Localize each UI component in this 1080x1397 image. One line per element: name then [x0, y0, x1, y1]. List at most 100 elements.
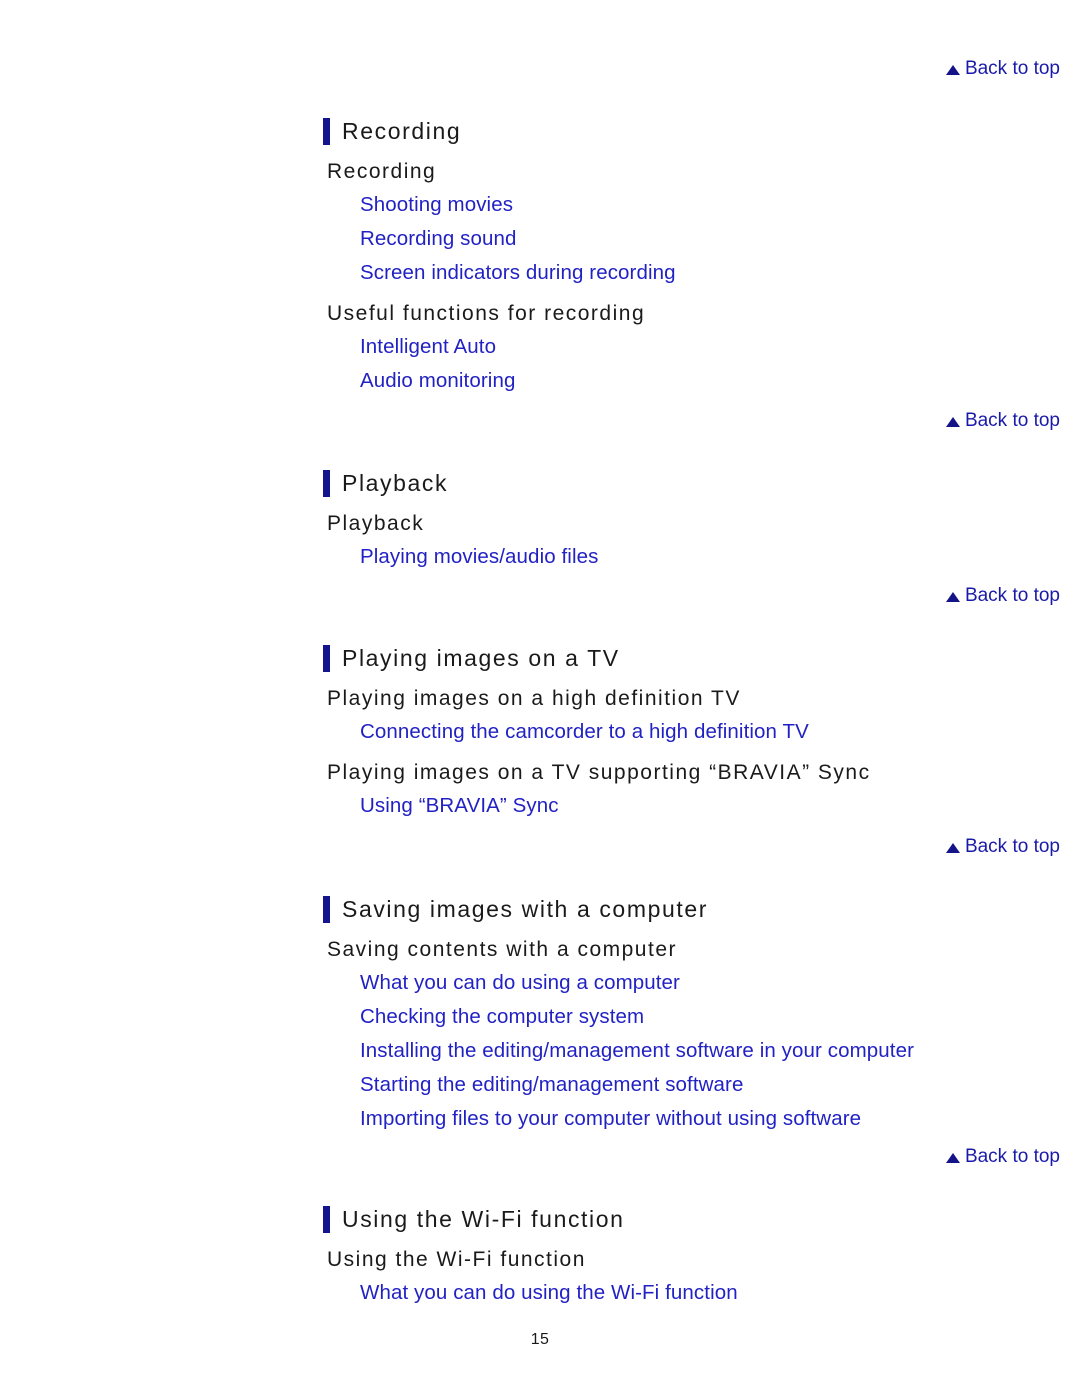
toc-link[interactable]: Intelligent Auto — [323, 335, 496, 359]
back-to-top-label: Back to top — [964, 1146, 1060, 1167]
toc-link[interactable]: Starting the editing/management software — [323, 1073, 743, 1097]
back-to-top-label: Back to top — [964, 58, 1060, 79]
toc-link-item: Intelligent Auto — [323, 335, 1063, 359]
section-marker-bar-icon — [323, 896, 330, 923]
toc-link[interactable]: Audio monitoring — [323, 369, 515, 393]
document-page: Back to top Back to top Back to top Back to… — [0, 0, 1080, 1397]
toc-link-list: Using “BRAVIA” Sync — [323, 794, 1063, 818]
toc-section: Recording Recording Shooting movies Recordi… — [323, 118, 1063, 393]
toc-link-item: Starting the editing/management software — [323, 1073, 1063, 1097]
spacer — [323, 1097, 1063, 1107]
toc-link[interactable]: Installing the editing/management softwa… — [323, 1039, 914, 1063]
toc-link-item: Connecting the camcorder to a high defin… — [323, 720, 1063, 744]
section-marker-bar-icon — [323, 470, 330, 497]
triangle-up-icon — [945, 843, 960, 853]
toc-link-item: Recording sound — [323, 227, 1063, 251]
toc-link-list: Connecting the camcorder to a high defin… — [323, 720, 1063, 744]
toc-link-item: Screen indicators during recording — [323, 261, 1063, 285]
section-title: Playing images on a TV — [342, 645, 620, 671]
toc-link[interactable]: Shooting movies — [323, 193, 513, 217]
section-marker-bar-icon — [323, 1206, 330, 1233]
toc-link-item: Playing movies/audio files — [323, 545, 1063, 569]
section-title: Using the Wi-Fi function — [342, 1206, 625, 1232]
subsection-title: Recording — [327, 160, 437, 183]
toc-link[interactable]: What you can do using a computer — [323, 971, 680, 995]
toc-link[interactable]: Importing files to your computer without… — [323, 1107, 861, 1131]
section-marker-bar-icon — [323, 118, 330, 145]
toc-section: Saving images with a computer Saving cont… — [323, 896, 1063, 1131]
spacer — [323, 251, 1063, 261]
spacer — [323, 359, 1063, 369]
toc-link-list: Playing movies/audio files — [323, 545, 1063, 569]
toc-link-list: What you can do using a computer Checking… — [323, 971, 1063, 1131]
triangle-up-icon — [945, 65, 960, 75]
section-heading: Saving images with a computer — [323, 896, 1063, 923]
section-title: Recording — [342, 118, 462, 144]
subsection-title: Playing images on a high definition TV — [327, 687, 741, 710]
back-to-top-link[interactable]: Back to top — [945, 58, 1060, 80]
toc-link-item: What you can do using a computer — [323, 971, 1063, 995]
spacer — [323, 217, 1063, 227]
triangle-up-icon — [945, 417, 960, 427]
toc-link-list: Shooting movies Recording sound Screen ind… — [323, 193, 1063, 285]
toc-link-list: Intelligent Auto Audio monitoring — [323, 335, 1063, 393]
section-title: Saving images with a computer — [342, 896, 708, 922]
subsection-title: Saving contents with a computer — [327, 938, 677, 961]
toc-link[interactable]: Playing movies/audio files — [323, 545, 598, 569]
section-title: Playback — [342, 470, 449, 496]
spacer — [323, 995, 1063, 1005]
spacer — [323, 1063, 1063, 1073]
toc-link-item: Using “BRAVIA” Sync — [323, 794, 1063, 818]
back-to-top-label: Back to top — [964, 836, 1060, 857]
subsection-title: Using the Wi-Fi function — [327, 1248, 586, 1271]
toc-section: Playing images on a TV Playing images on … — [323, 645, 1063, 818]
triangle-up-icon — [945, 1153, 960, 1163]
toc-link-item: Checking the computer system — [323, 1005, 1063, 1029]
toc-link-item: Audio monitoring — [323, 369, 1063, 393]
back-to-top-label: Back to top — [964, 585, 1060, 606]
toc-link[interactable]: Checking the computer system — [323, 1005, 644, 1029]
toc-link[interactable]: Connecting the camcorder to a high defin… — [323, 720, 809, 744]
back-to-top-label: Back to top — [964, 410, 1060, 431]
toc-section: Using the Wi-Fi function Using the Wi-Fi … — [323, 1206, 1063, 1305]
back-to-top-link[interactable]: Back to top — [945, 1146, 1060, 1168]
back-to-top-link[interactable]: Back to top — [945, 585, 1060, 607]
subsection-title: Playing images on a TV supporting “BRAVI… — [327, 761, 871, 784]
back-to-top-link[interactable]: Back to top — [945, 410, 1060, 432]
toc-link-list: What you can do using the Wi-Fi function — [323, 1281, 1063, 1305]
toc-link-item: What you can do using the Wi-Fi function — [323, 1281, 1063, 1305]
toc-link[interactable]: Screen indicators during recording — [323, 261, 676, 285]
toc-link[interactable]: What you can do using the Wi-Fi function — [323, 1281, 738, 1305]
toc-link[interactable]: Using “BRAVIA” Sync — [323, 794, 559, 818]
page-number: 15 — [530, 1331, 550, 1348]
back-to-top-link[interactable]: Back to top — [945, 836, 1060, 858]
toc-section: Playback Playback Playing movies/audio fil… — [323, 470, 1063, 569]
section-heading: Playback — [323, 470, 1063, 497]
triangle-up-icon — [945, 592, 960, 602]
section-heading: Recording — [323, 118, 1063, 145]
section-heading: Playing images on a TV — [323, 645, 1063, 672]
spacer — [323, 1029, 1063, 1039]
toc-link-item: Shooting movies — [323, 193, 1063, 217]
toc-link[interactable]: Recording sound — [323, 227, 517, 251]
toc-link-item: Importing files to your computer without… — [323, 1107, 1063, 1131]
section-heading: Using the Wi-Fi function — [323, 1206, 1063, 1233]
section-marker-bar-icon — [323, 645, 330, 672]
subsection-title: Useful functions for recording — [327, 302, 646, 325]
toc-link-item: Installing the editing/management softwa… — [323, 1039, 1063, 1063]
subsection-title: Playback — [327, 512, 425, 535]
